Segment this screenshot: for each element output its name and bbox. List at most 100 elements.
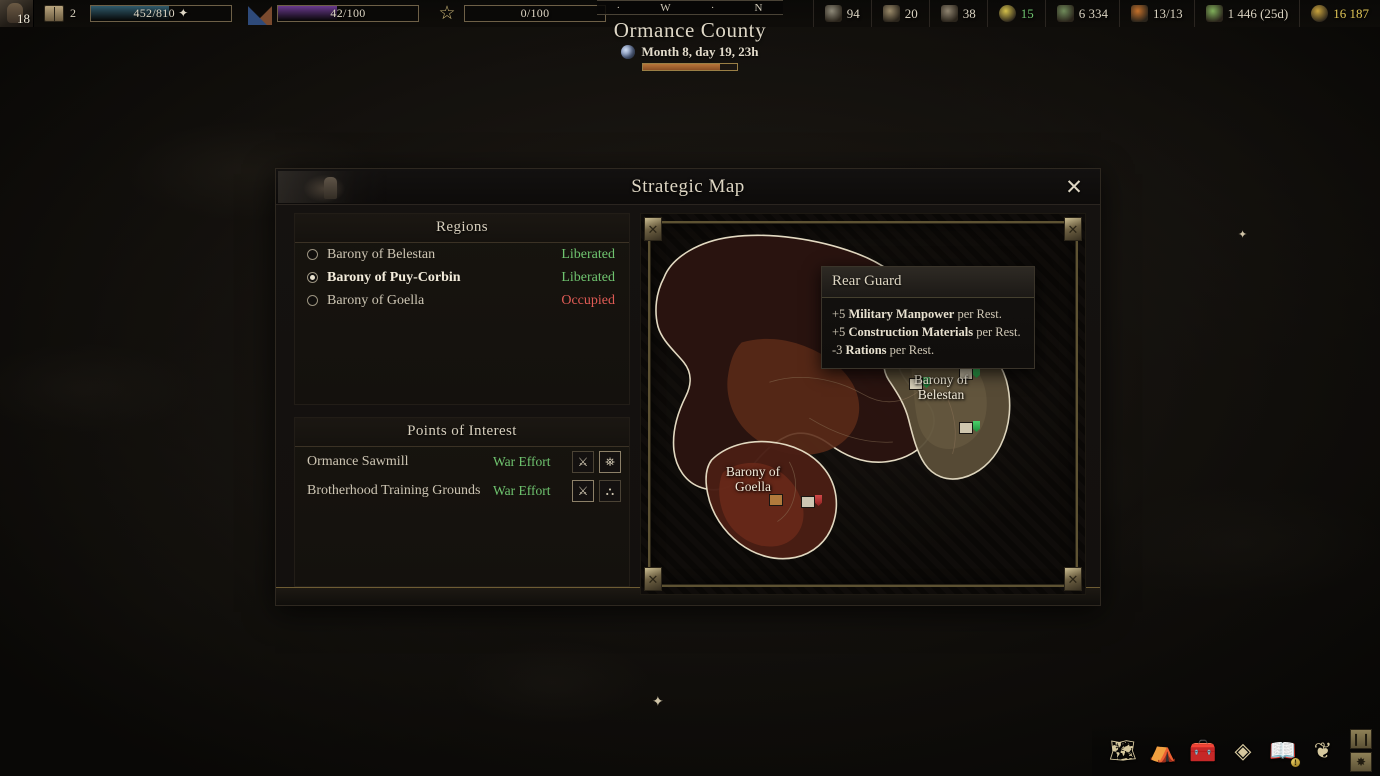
region-radio[interactable]: [307, 272, 318, 283]
date-row: Month 8, day 19, 23h: [621, 44, 759, 60]
map-scroll-icon[interactable]: 🗺: [1106, 734, 1140, 768]
region-name: Barony of Belestan: [327, 246, 436, 262]
camp-tent-icon[interactable]: ⛺: [1146, 734, 1180, 768]
region-name: Barony of Puy-Corbin: [327, 269, 461, 285]
poi-row[interactable]: Ormance Sawmill War Effort ⚔ ⛯: [295, 447, 629, 476]
command-icon: [1130, 5, 1148, 22]
ambient-spark: ✦: [652, 695, 664, 710]
quest-icon[interactable]: ◈: [1226, 734, 1260, 768]
supply-bar[interactable]: 452/810 ✦: [90, 5, 232, 22]
poi-tag: War Effort: [493, 482, 551, 498]
effect-resource: Military Manpower: [848, 307, 955, 321]
morale-bar-fill: [278, 6, 337, 21]
pause-button[interactable]: ❙❙: [1350, 729, 1372, 749]
journal-book-icon[interactable]: 📖!: [1266, 734, 1301, 768]
day-progress-fill: [643, 64, 721, 70]
strategic-map-view[interactable]: ✕ ✕ ✕ ✕ Barony of Belestan Barony of Goe…: [640, 213, 1086, 595]
morale-bar[interactable]: 42/100: [277, 5, 419, 22]
crossed-axes-icon: [248, 2, 272, 25]
wood-value: 6 334: [1078, 5, 1108, 21]
rations-value: 1 446 (25d): [1227, 5, 1289, 21]
resource-bar: 94 20 38 15 6 334 13/13 1 446 (25d) 16 187: [812, 0, 1380, 27]
resource-militia[interactable]: 94: [812, 0, 871, 27]
militia-icon: [824, 5, 842, 22]
dialog-title-bar: Strategic Map ✕: [276, 169, 1100, 205]
camp-tent-icon-glyph: ⛺: [1149, 737, 1177, 763]
inventory-chest-icon[interactable]: 🧰: [1186, 734, 1220, 768]
taskbar-icon-group: 🗺 ⛺ 🧰 ◈ 📖! ❦: [1106, 734, 1340, 768]
quest-icon-glyph: ◈: [1234, 737, 1252, 763]
region-row-barony-of-belestan[interactable]: Barony of Belestan Liberated: [295, 243, 629, 266]
command-value: 13/13: [1152, 5, 1183, 21]
close-icon[interactable]: ✕: [1062, 175, 1086, 199]
effect-resource: Construction Materials: [848, 324, 974, 339]
poi-icon-group: ⚔ ⛬: [572, 479, 621, 502]
resource-influence[interactable]: 15: [986, 0, 1045, 27]
poi-panel: Points of Interest Ormance Sawmill War Ef…: [294, 417, 630, 587]
bottom-taskbar: 🗺 ⛺ 🧰 ◈ 📖! ❦ ❙❙ ✸: [1092, 725, 1380, 776]
leather-value: 38: [962, 5, 976, 21]
effect-value: +5: [832, 324, 849, 339]
gold-icon: [1311, 5, 1329, 22]
tooltip-title: Rear Guard: [822, 267, 1034, 298]
wood-icon: [1056, 5, 1074, 22]
gold-value: 16 187: [1333, 5, 1369, 21]
book-icon: [44, 5, 64, 22]
supply-value: 452/810: [133, 6, 175, 20]
regions-list: Barony of Belestan Liberated Barony of Puy…: [295, 243, 629, 312]
poi-list: Ormance Sawmill War Effort ⚔ ⛯ Brotherhood T…: [295, 447, 629, 505]
strategic-map-dialog: Strategic Map ✕ Regions Barony of Belest…: [275, 168, 1101, 606]
resource-wood[interactable]: 6 334: [1044, 0, 1119, 27]
map-corner-icon: ✕: [1064, 567, 1082, 591]
sawmill-icon[interactable]: ⛯: [599, 450, 621, 473]
garrison-icon-glyph: ⚔: [577, 454, 589, 469]
laurel-roster-icon[interactable]: ❦: [1306, 734, 1340, 768]
renown-stat: ☆ 0/100: [435, 3, 606, 25]
garrison-icon[interactable]: ⚔: [572, 479, 594, 502]
map-corner-icon: ✕: [1064, 217, 1082, 241]
militia-value: 94: [846, 5, 860, 21]
tooltip-effect-line: -3 Rations per Rest.: [832, 342, 1024, 360]
regions-header: Regions: [295, 214, 629, 243]
poi-row[interactable]: Brotherhood Training Grounds War Effort ⚔ ⛬: [295, 476, 629, 505]
game-screen: ✦ ✦ 18 2 452/810 ✦ 42/100 ☆ 0/100 · W · …: [0, 0, 1380, 776]
map-corner-icon: ✕: [644, 567, 662, 591]
poi-header: Points of Interest: [295, 418, 629, 447]
resource-leather[interactable]: 38: [928, 0, 987, 27]
tooltip-effect-line: +5 Military Manpower per Rest.: [832, 306, 1024, 324]
resource-command[interactable]: 13/13: [1118, 0, 1194, 27]
effect-value: -3: [832, 342, 846, 357]
supply-suffix: ✦: [178, 6, 189, 20]
resource-rations[interactable]: 1 446 (25d): [1193, 0, 1300, 27]
resource-wagon[interactable]: 20: [870, 0, 929, 27]
banner-figure: [324, 177, 337, 199]
training-grounds-icon[interactable]: ⛬: [599, 479, 621, 502]
region-radio[interactable]: [307, 249, 318, 260]
left-column: Regions Barony of Belestan Liberated Baron…: [294, 213, 630, 587]
renown-bar[interactable]: 0/100: [464, 5, 606, 22]
garrison-icon-glyph: ⚔: [577, 483, 589, 498]
leather-icon: [940, 5, 958, 22]
garrison-icon[interactable]: ⚔: [572, 450, 594, 473]
effect-period: per Rest.: [954, 307, 1002, 321]
effect-period: per Rest.: [973, 324, 1021, 339]
notification-badge: !: [1290, 756, 1301, 768]
poi-tag: War Effort: [493, 453, 551, 469]
settings-gear-icon[interactable]: ✸: [1350, 752, 1372, 772]
region-row-barony-of-goella[interactable]: Barony of Goella Occupied: [295, 289, 629, 312]
supply-stat: 452/810 ✦: [90, 5, 232, 22]
influence-value: 15: [1020, 5, 1034, 21]
star-icon: ☆: [438, 3, 456, 24]
wagon-value: 20: [904, 5, 918, 21]
book-count: 2: [70, 6, 76, 20]
map-tooltip: Rear Guard +5 Military Manpower per Rest…: [821, 266, 1035, 370]
sawmill-icon-glyph: ⛯: [605, 454, 615, 469]
player-portrait[interactable]: 18: [0, 0, 34, 27]
wagon-icon: [882, 5, 900, 22]
laurel-roster-icon-glyph: ❦: [1313, 737, 1333, 763]
region-radio[interactable]: [307, 295, 318, 306]
region-row-barony-of-puy-corbin[interactable]: Barony of Puy-Corbin Liberated: [295, 266, 629, 289]
resource-gold[interactable]: 16 187: [1299, 0, 1380, 27]
book-stat[interactable]: 2: [44, 5, 76, 22]
morale-stat: 42/100: [248, 2, 419, 25]
